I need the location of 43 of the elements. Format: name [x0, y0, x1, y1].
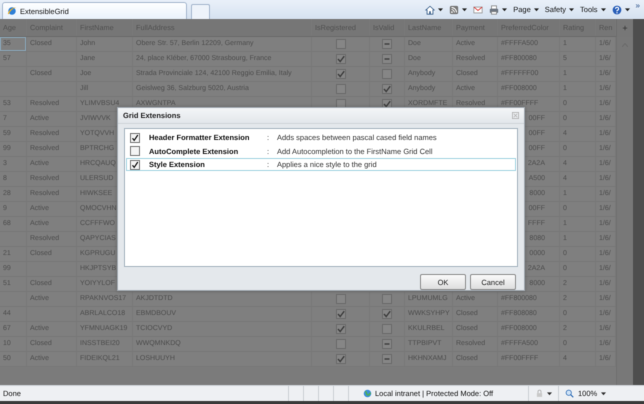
mail-button[interactable]	[473, 4, 484, 14]
checkbox[interactable]	[382, 69, 392, 79]
magnifier-icon	[565, 389, 574, 398]
help-button[interactable]	[612, 4, 630, 14]
checkbox[interactable]	[336, 294, 346, 304]
new-tab-button[interactable]	[191, 4, 210, 19]
toolbar-overflow-button[interactable]: »	[636, 1, 640, 10]
add-column-button[interactable]: +	[616, 19, 633, 37]
mail-icon	[473, 4, 484, 14]
checkbox[interactable]	[336, 324, 346, 334]
checkbox[interactable]	[382, 354, 392, 364]
caret-icon	[601, 392, 606, 396]
home-icon	[425, 4, 436, 14]
checkbox[interactable]	[382, 339, 392, 349]
checkbox[interactable]	[336, 69, 346, 79]
printer-icon	[489, 4, 500, 14]
checkbox[interactable]	[336, 39, 346, 49]
checkbox[interactable]	[336, 339, 346, 349]
home-button[interactable]	[425, 4, 444, 14]
print-button[interactable]	[489, 4, 508, 14]
help-icon	[612, 4, 622, 14]
checkbox[interactable]	[382, 99, 392, 109]
checkbox[interactable]	[382, 294, 392, 304]
checkbox[interactable]	[382, 39, 392, 49]
feed-icon	[449, 4, 460, 14]
globe-icon	[363, 389, 372, 398]
lock-icon	[535, 389, 544, 398]
checkbox[interactable]	[130, 132, 140, 143]
checkbox[interactable]	[382, 309, 392, 319]
checkbox[interactable]	[130, 146, 140, 156]
checkbox[interactable]	[382, 324, 392, 334]
checkbox[interactable]	[336, 309, 346, 319]
checkbox[interactable]	[130, 160, 140, 170]
checkbox[interactable]	[382, 54, 392, 64]
checkbox[interactable]	[382, 84, 392, 94]
checkbox[interactable]	[336, 99, 346, 109]
close-icon[interactable]	[512, 112, 519, 119]
checkbox[interactable]	[336, 354, 346, 364]
feeds-button[interactable]	[449, 4, 468, 14]
checkbox[interactable]	[336, 84, 346, 94]
checkbox[interactable]	[336, 54, 346, 64]
caret-icon	[547, 392, 552, 396]
browser-icon	[7, 6, 17, 16]
